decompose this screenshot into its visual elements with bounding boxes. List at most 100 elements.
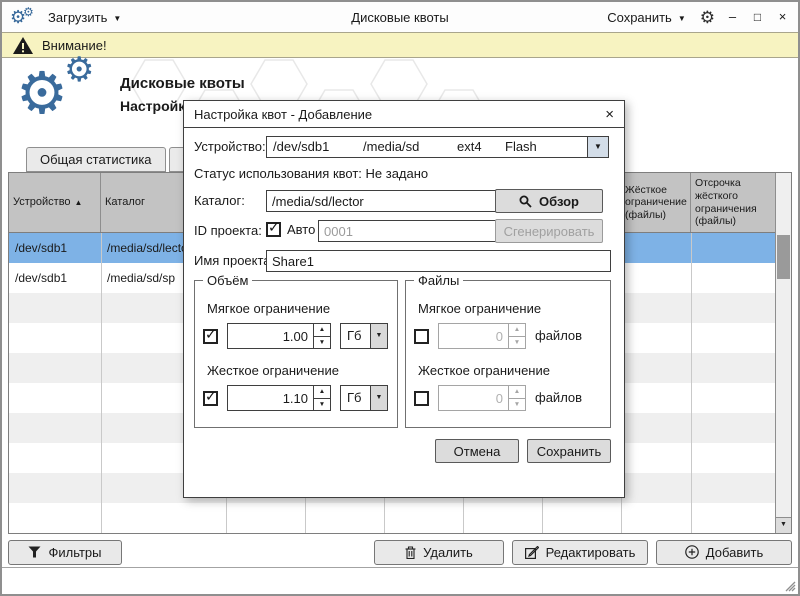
files-hard-limit-spinner: ▲ ▼ [438,385,526,411]
add-button[interactable]: Добавить [656,540,792,565]
scrollbar-thumb[interactable] [777,235,790,279]
volume-hard-limit-spinner: ▲ ▼ [227,385,331,411]
save-button[interactable]: Сохранить [527,439,611,463]
auto-id-checkbox[interactable]: ✓ [266,222,281,237]
files-soft-limit-label: Мягкое ограничение [418,301,541,316]
warning-banner: Внимание! [2,32,798,58]
files-unit-label: файлов [535,323,582,349]
device-select-dropdown-button[interactable]: ▼ [587,137,608,157]
project-id-label: ID проекта: [194,220,262,242]
chevron-down-icon: ▼ [678,14,686,23]
maximize-button[interactable]: □ [750,2,765,32]
project-name-label: Имя проекта: [194,250,274,272]
action-bar: Фильтры Удалить Редактировать [8,539,792,565]
app-window: ⚙︎ ⚙︎ Загрузить ▼ Дисковые квоты Сохрани… [0,0,800,596]
browse-button[interactable]: Обзор [495,189,603,213]
filters-label: Фильтры [48,545,101,560]
sort-ascending-icon: ▲ [75,198,83,208]
delete-button[interactable]: Удалить [374,540,504,565]
vertical-scrollbar[interactable]: ▼ [775,173,791,533]
load-menu-button[interactable]: Загрузить ▼ [44,8,125,27]
column-header-label: Отсрочка жёсткого ограничения (файлы) [695,177,771,227]
minimize-button[interactable]: – [725,2,740,32]
table-row[interactable] [9,503,775,533]
save-menu-label: Сохранить [607,10,672,25]
cancel-label: Отмена [454,444,501,459]
volume-group: Объём Мягкое ограничение ✓ ▲ ▼ Гб [194,280,398,428]
titlebar: ⚙︎ ⚙︎ Загрузить ▼ Дисковые квоты Сохрани… [2,2,798,32]
volume-soft-limit-label: Мягкое ограничение [207,301,330,316]
checkmark-icon: ✓ [205,388,217,405]
settings-gear-icon[interactable]: ⚙︎ [700,9,715,26]
cancel-button[interactable]: Отмена [435,439,519,463]
gear-icon: ⚙︎ [64,53,94,87]
app-gears-icon: ⚙︎ ⚙︎ [10,5,36,29]
status-bar [2,567,798,594]
column-header-hard-grace-files[interactable]: Отсрочка жёсткого ограничения (файлы) [691,173,775,232]
edit-pencil-icon [525,546,539,559]
files-hard-limit-checkbox[interactable] [414,391,429,406]
caret-down-icon: ▼ [594,142,602,151]
caret-down-icon[interactable]: ▼ [370,324,387,348]
dialog-close-button[interactable]: × [605,107,614,122]
spin-up-icon[interactable]: ▲ [314,324,330,337]
checkmark-icon: ✓ [268,219,280,236]
plus-circle-icon [685,545,699,559]
caret-down-icon: ▼ [780,521,787,528]
save-menu-button[interactable]: Сохранить ▼ [603,8,690,27]
device-filesystem: ext4 [457,137,482,157]
volume-soft-limit-checkbox[interactable]: ✓ [203,329,218,344]
files-group: Файлы Мягкое ограничение ▲ ▼ файлов [405,280,611,428]
device-type: Flash [505,137,537,157]
spin-down-icon[interactable]: ▼ [314,337,330,349]
caret-down-icon[interactable]: ▼ [370,386,387,410]
gear-icon: ⚙︎ [23,1,34,23]
cell-device: /dev/sdb1 [9,233,101,263]
quota-status-text: Статус использования квот: Не задано [194,166,428,181]
quota-add-dialog: Настройка квот - Добавление × Устройство… [183,100,625,498]
save-label: Сохранить [537,444,602,459]
tab-general-stats[interactable]: Общая статистика [26,147,166,172]
files-soft-limit-spinner: ▲ ▼ [438,323,526,349]
column-header-label: Жёсткое ограничение (файлы) [625,184,687,222]
volume-hard-limit-label: Жесткое ограничение [207,363,339,378]
dialog-titlebar: Настройка квот - Добавление × [184,101,624,128]
load-menu-label: Загрузить [48,10,107,25]
filters-button[interactable]: Фильтры [8,540,122,565]
files-unit-label: файлов [535,385,582,411]
volume-soft-limit-spinner: ▲ ▼ [227,323,331,349]
scroll-down-button[interactable]: ▼ [776,517,791,533]
edit-button[interactable]: Редактировать [512,540,648,565]
spin-up-icon: ▲ [509,324,525,337]
spin-down-icon[interactable]: ▼ [314,399,330,411]
volume-hard-limit-checkbox[interactable]: ✓ [203,391,218,406]
add-label: Добавить [706,545,763,560]
device-label: Устройство: [194,136,266,158]
column-header-hard-limit-files[interactable]: Жёсткое ограничение (файлы) [621,173,691,232]
column-header-label: Каталог [105,196,145,209]
catalog-input[interactable] [266,190,498,212]
project-id-input [318,220,497,242]
page-title: Дисковые квоты [120,75,245,92]
project-name-input[interactable] [266,250,611,272]
device-select[interactable]: /dev/sdb1 /media/sd ext4 Flash ▼ [266,136,609,158]
volume-soft-unit-select[interactable]: Гб ▼ [340,323,388,349]
caret-down-glyph: ▼ [376,332,383,339]
trash-icon [405,546,416,559]
close-button[interactable]: × [775,2,790,32]
dialog-body: Устройство: /dev/sdb1 /media/sd ext4 Fla… [184,128,624,497]
column-header-label: Устройство [13,196,71,209]
volume-group-legend: Объём [203,273,252,288]
checkmark-icon: ✓ [205,326,217,343]
volume-hard-unit-select[interactable]: Гб ▼ [340,385,388,411]
device-path: /dev/sdb1 [273,137,329,157]
search-icon [519,195,532,208]
files-soft-limit-checkbox[interactable] [414,329,429,344]
gear-icon: ⚙︎ [16,65,68,123]
resize-grip[interactable] [784,580,796,592]
unit-value: Гб [347,386,362,410]
spin-up-icon[interactable]: ▲ [314,386,330,399]
edit-label: Редактировать [546,545,636,560]
warning-triangle-icon [13,37,33,54]
column-header-device[interactable]: Устройство ▲ [9,173,101,232]
